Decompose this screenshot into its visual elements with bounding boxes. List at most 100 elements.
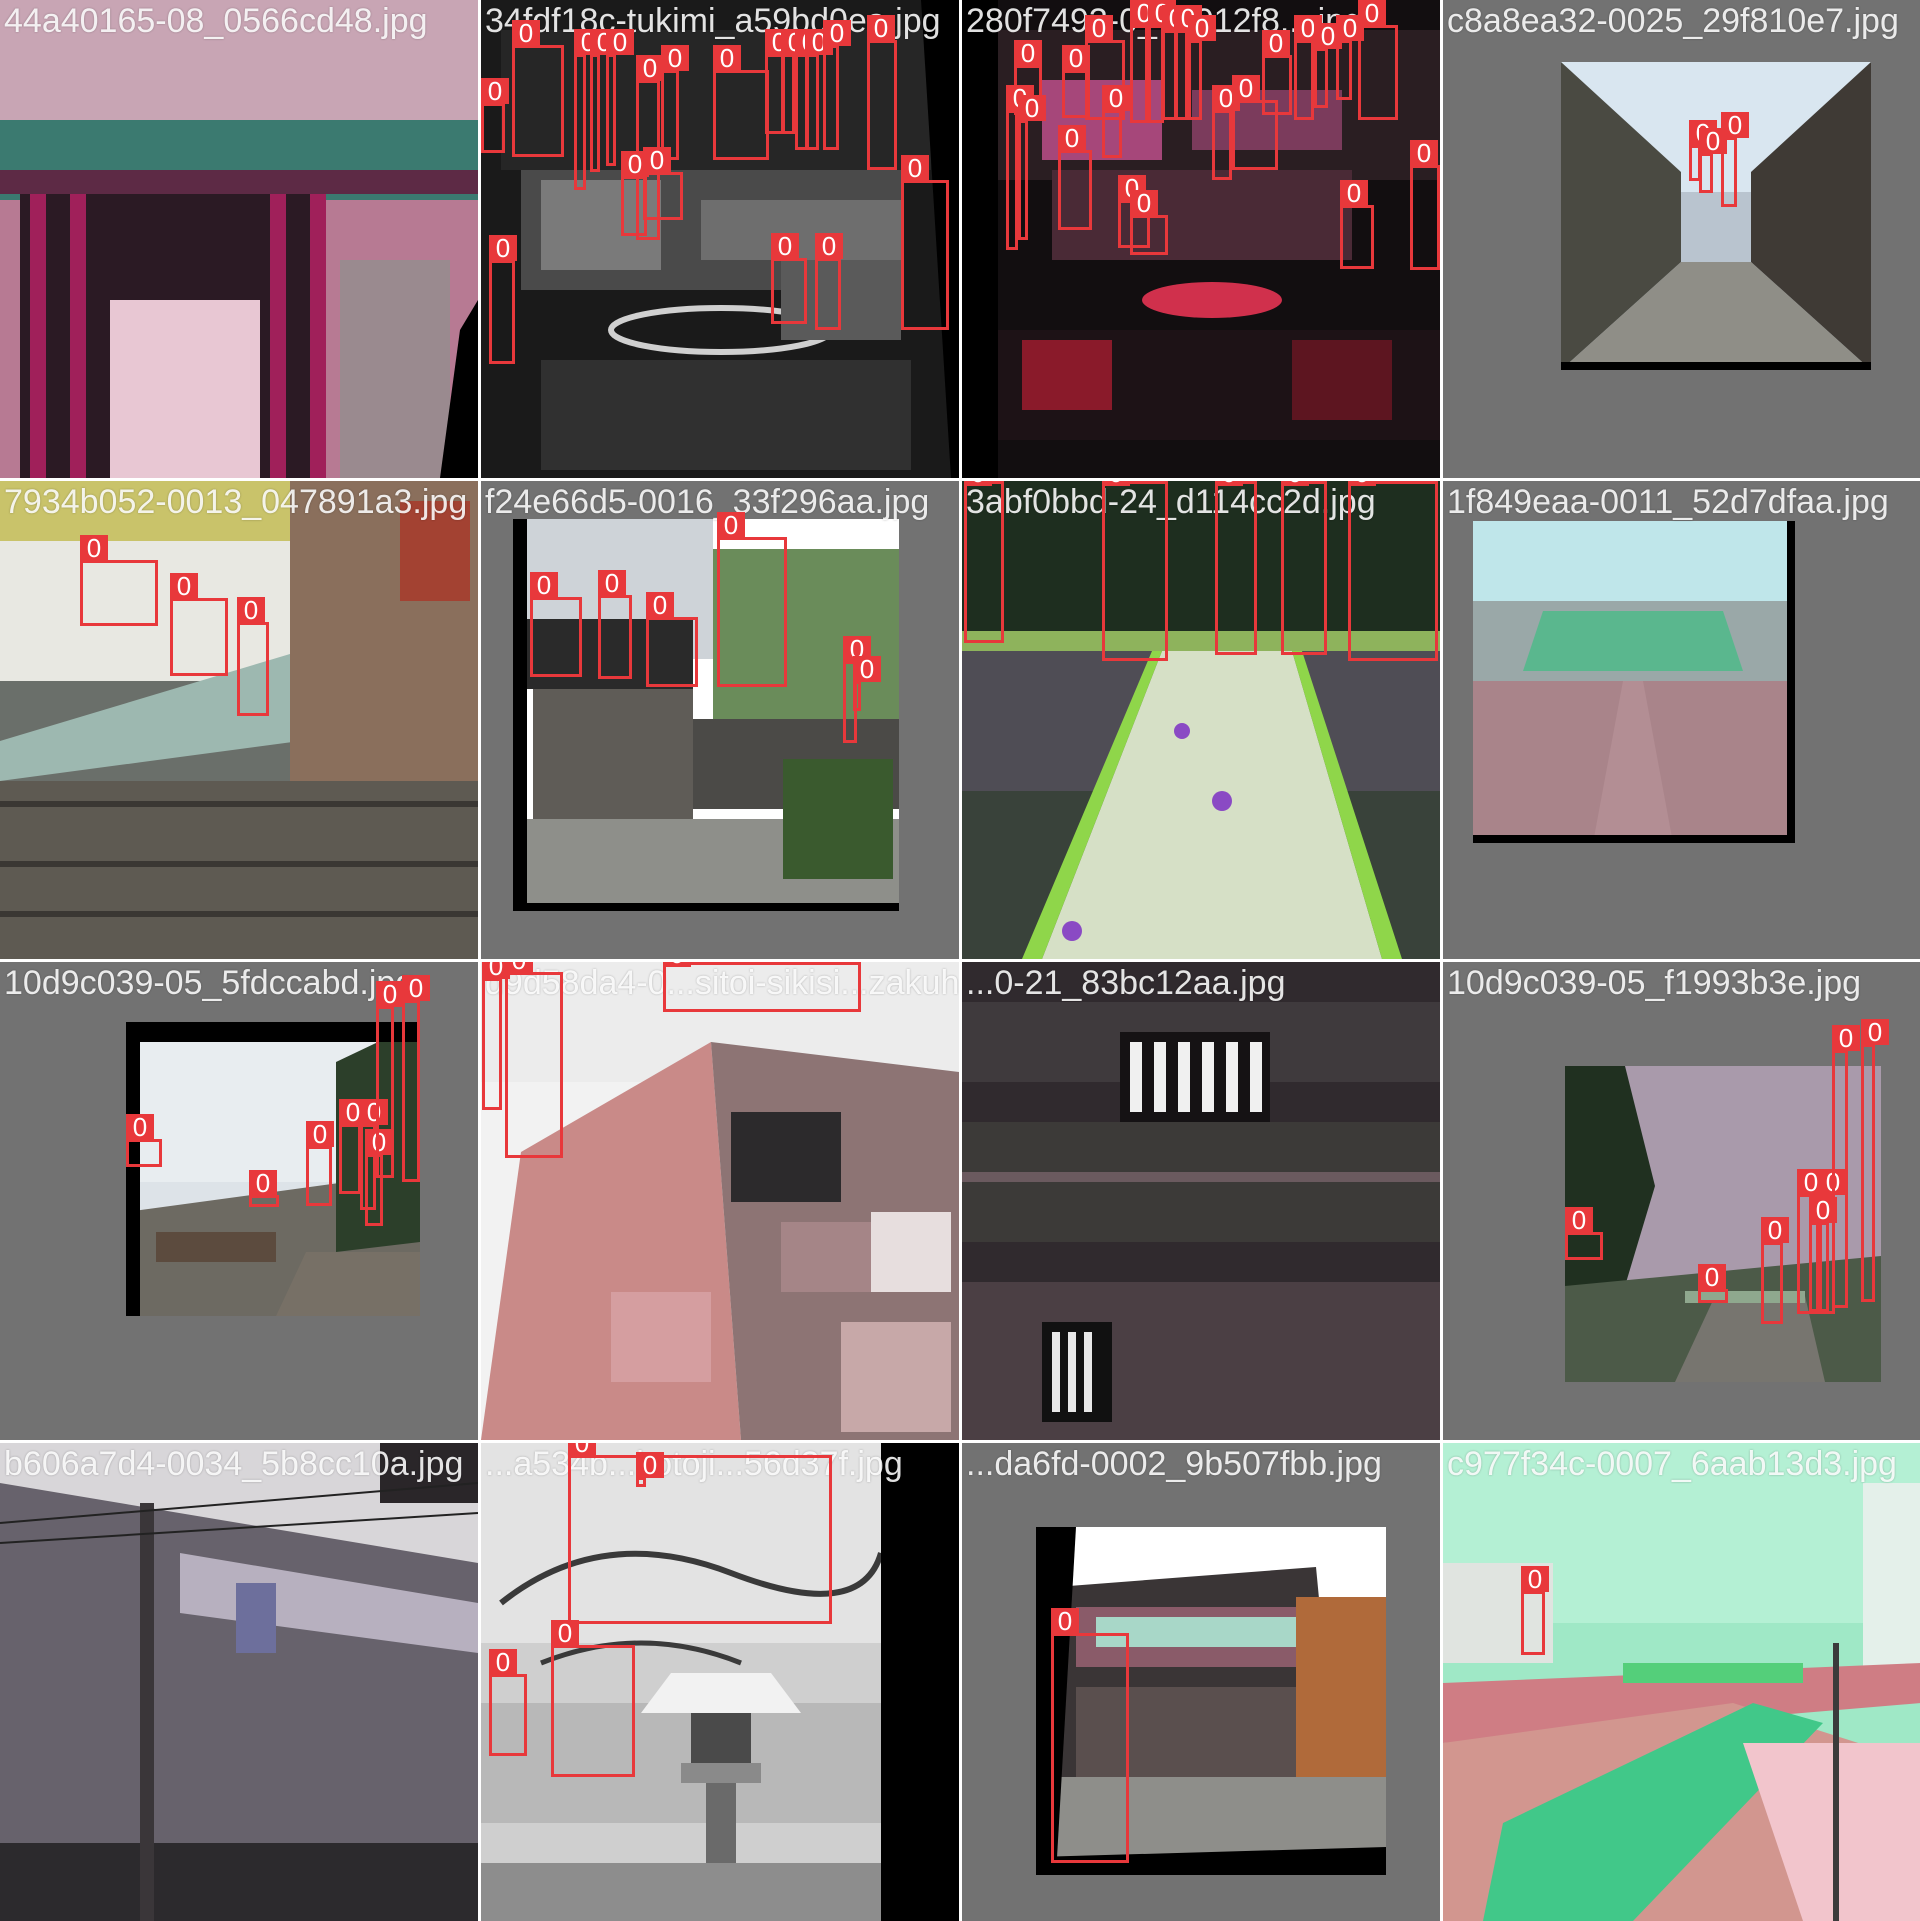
bbox: 0 xyxy=(1832,1025,1860,1308)
image-tile: ...0-21_83bc12aa.jpg xyxy=(962,962,1440,1440)
photo xyxy=(1473,521,1795,843)
bbox-class-label: 0 xyxy=(713,45,741,71)
bbox-class-label: 0 xyxy=(901,155,929,181)
bbox: 0 xyxy=(823,20,851,150)
bbox: 0 xyxy=(1058,125,1092,230)
bbox-class-label: 0 xyxy=(1051,1608,1079,1634)
image-tile: c8a8ea32-0025_29f810e7.jpg 0 0 0 xyxy=(1443,0,1920,478)
bbox-class-label: 0 xyxy=(489,1649,517,1675)
bbox: 0 xyxy=(1358,0,1398,120)
bbox: 0 xyxy=(1721,112,1749,207)
photo xyxy=(513,519,899,911)
bbox-class-label: 0 xyxy=(1340,180,1368,206)
bbox-class-label: 0 xyxy=(1281,481,1309,486)
bbox-class-label: 0 xyxy=(512,20,540,46)
bbox-class-label: 0 xyxy=(661,45,689,71)
image-tile: f24e66d5-0016_33f296aa.jpg 0 0 0 0 0 0 xyxy=(481,481,959,959)
bbox-class-label: 0 xyxy=(1018,95,1046,121)
file-name: 10d9c039-05_f1993b3e.jpg xyxy=(1447,964,1862,1002)
bbox-class-label: 0 xyxy=(1102,481,1130,486)
bbox-class-label: 0 xyxy=(1721,112,1749,138)
bbox: 0 xyxy=(1410,140,1440,270)
bbox: 0 xyxy=(1174,5,1202,120)
bbox: 0 xyxy=(551,1620,635,1777)
bbox: 0 xyxy=(1130,0,1158,123)
bbox: 0 xyxy=(482,962,510,1110)
image-tile: 44a40165-08_0566cd48.jpg xyxy=(0,0,478,478)
bbox-class-label: 0 xyxy=(1832,1025,1860,1051)
file-name: ...da6fd-0002_9b507fbb.jpg xyxy=(966,1445,1382,1483)
bbox-class-label: 0 xyxy=(568,1443,596,1456)
mosaic-grid: 44a40165-08_0566cd48.jpg 34fdf18c-tukimi… xyxy=(0,0,1920,1921)
bbox-class-label: 0 xyxy=(1761,1217,1789,1243)
bbox: 0 xyxy=(1006,85,1034,250)
bbox: 0 xyxy=(643,147,683,220)
bbox-class-label: 0 xyxy=(643,147,671,173)
bbox-class-label: 0 xyxy=(598,570,626,596)
bbox-class-label: 0 xyxy=(376,981,404,1007)
bbox-class-label: 0 xyxy=(80,535,108,561)
bbox: 0 xyxy=(530,572,582,677)
file-name: 1f849eaa-0011_52d7dfaa.jpg xyxy=(1447,483,1889,521)
bbox-class-label: 0 xyxy=(1861,1019,1889,1045)
bbox: 0 xyxy=(170,573,228,676)
bbox: 0 xyxy=(489,235,517,364)
bbox-class-label: 0 xyxy=(402,975,430,1001)
bbox-class-label: 0 xyxy=(636,1452,664,1478)
bbox-class-label: 0 xyxy=(1410,140,1438,166)
bbox: 0 xyxy=(590,29,618,172)
image-tile: 1f849eaa-0011_52d7dfaa.jpg xyxy=(1443,481,1920,959)
bbox: 0 xyxy=(606,29,634,166)
bbox: 0 xyxy=(1281,481,1327,655)
image-tile: 7934b052-0013_047891a3.jpg 0 0 0 xyxy=(0,481,478,959)
image-tile: 10d9c039-05_5fdccabd.jpg 0 0 0 0 0 0 0 0 xyxy=(0,962,478,1440)
bbox: 0 xyxy=(1521,1566,1549,1655)
bbox-class-label: 0 xyxy=(646,592,674,618)
bbox-class-label: 0 xyxy=(249,1170,277,1196)
bbox: 0 xyxy=(1861,1019,1889,1302)
bbox: 0 xyxy=(1761,1217,1789,1324)
bbox-class-label: 0 xyxy=(1358,0,1386,26)
bbox-class-label: 0 xyxy=(867,15,895,41)
bbox-class-label: 0 xyxy=(1698,1264,1726,1290)
bbox-class-label: 0 xyxy=(964,481,992,486)
photo xyxy=(1561,62,1871,370)
bbox: 0 xyxy=(1051,1608,1129,1863)
bbox-class-label: 0 xyxy=(771,233,799,259)
bbox: 0 xyxy=(1102,85,1130,158)
image-tile: d9d58da4-0...sitoi-sikisi...zakuhinmusi.… xyxy=(481,962,959,1440)
file-name: 10d9c039-05_5fdccabd.jpg xyxy=(4,964,415,1002)
bbox-class-label: 0 xyxy=(126,1114,154,1140)
bbox: 0 xyxy=(867,15,897,170)
bbox-class-label: 0 xyxy=(170,573,198,599)
bbox: 0 xyxy=(237,597,269,716)
bbox: 0 xyxy=(1130,190,1168,255)
bbox: 0 xyxy=(1809,1197,1837,1312)
bbox-class-label: 0 xyxy=(1348,481,1376,486)
bbox: 0 xyxy=(1314,23,1342,108)
file-name: b606a7d4-0034_5b8cc10a.jpg xyxy=(4,1445,464,1483)
bbox-class-label: 0 xyxy=(551,1620,579,1646)
bbox-class-label: 0 xyxy=(306,1121,334,1147)
image-tile: 10d9c039-05_f1993b3e.jpg 0 0 0 0 0 0 0 0 xyxy=(1443,962,1920,1440)
bbox: 0 xyxy=(376,981,404,1178)
photo xyxy=(0,481,478,959)
bbox: 0 xyxy=(815,233,843,330)
bbox: 0 xyxy=(646,592,698,687)
image-tile: 280f7493-0_77012f8....jpg 0 0 0 0 0 0 0 … xyxy=(962,0,1440,478)
bbox-class-label: 0 xyxy=(606,29,634,55)
bbox-class-label: 0 xyxy=(663,962,691,967)
bbox: 0 xyxy=(1018,95,1046,240)
bbox: 0 xyxy=(512,20,564,157)
bbox: 0 xyxy=(636,1452,664,1487)
file-name: f24e66d5-0016_33f296aa.jpg xyxy=(485,483,930,521)
bbox: 0 xyxy=(853,656,881,711)
bbox-class-label: 0 xyxy=(1521,1566,1549,1592)
bbox-class-label: 0 xyxy=(853,656,881,682)
file-name: c977f34c-0007_6aab13d3.jpg xyxy=(1447,1445,1897,1483)
bbox: 0 xyxy=(713,45,769,160)
bbox-class-label: 0 xyxy=(636,55,664,81)
photo xyxy=(1443,1443,1920,1921)
bbox: 0 xyxy=(901,155,949,330)
file-name: ...0-21_83bc12aa.jpg xyxy=(966,964,1286,1002)
